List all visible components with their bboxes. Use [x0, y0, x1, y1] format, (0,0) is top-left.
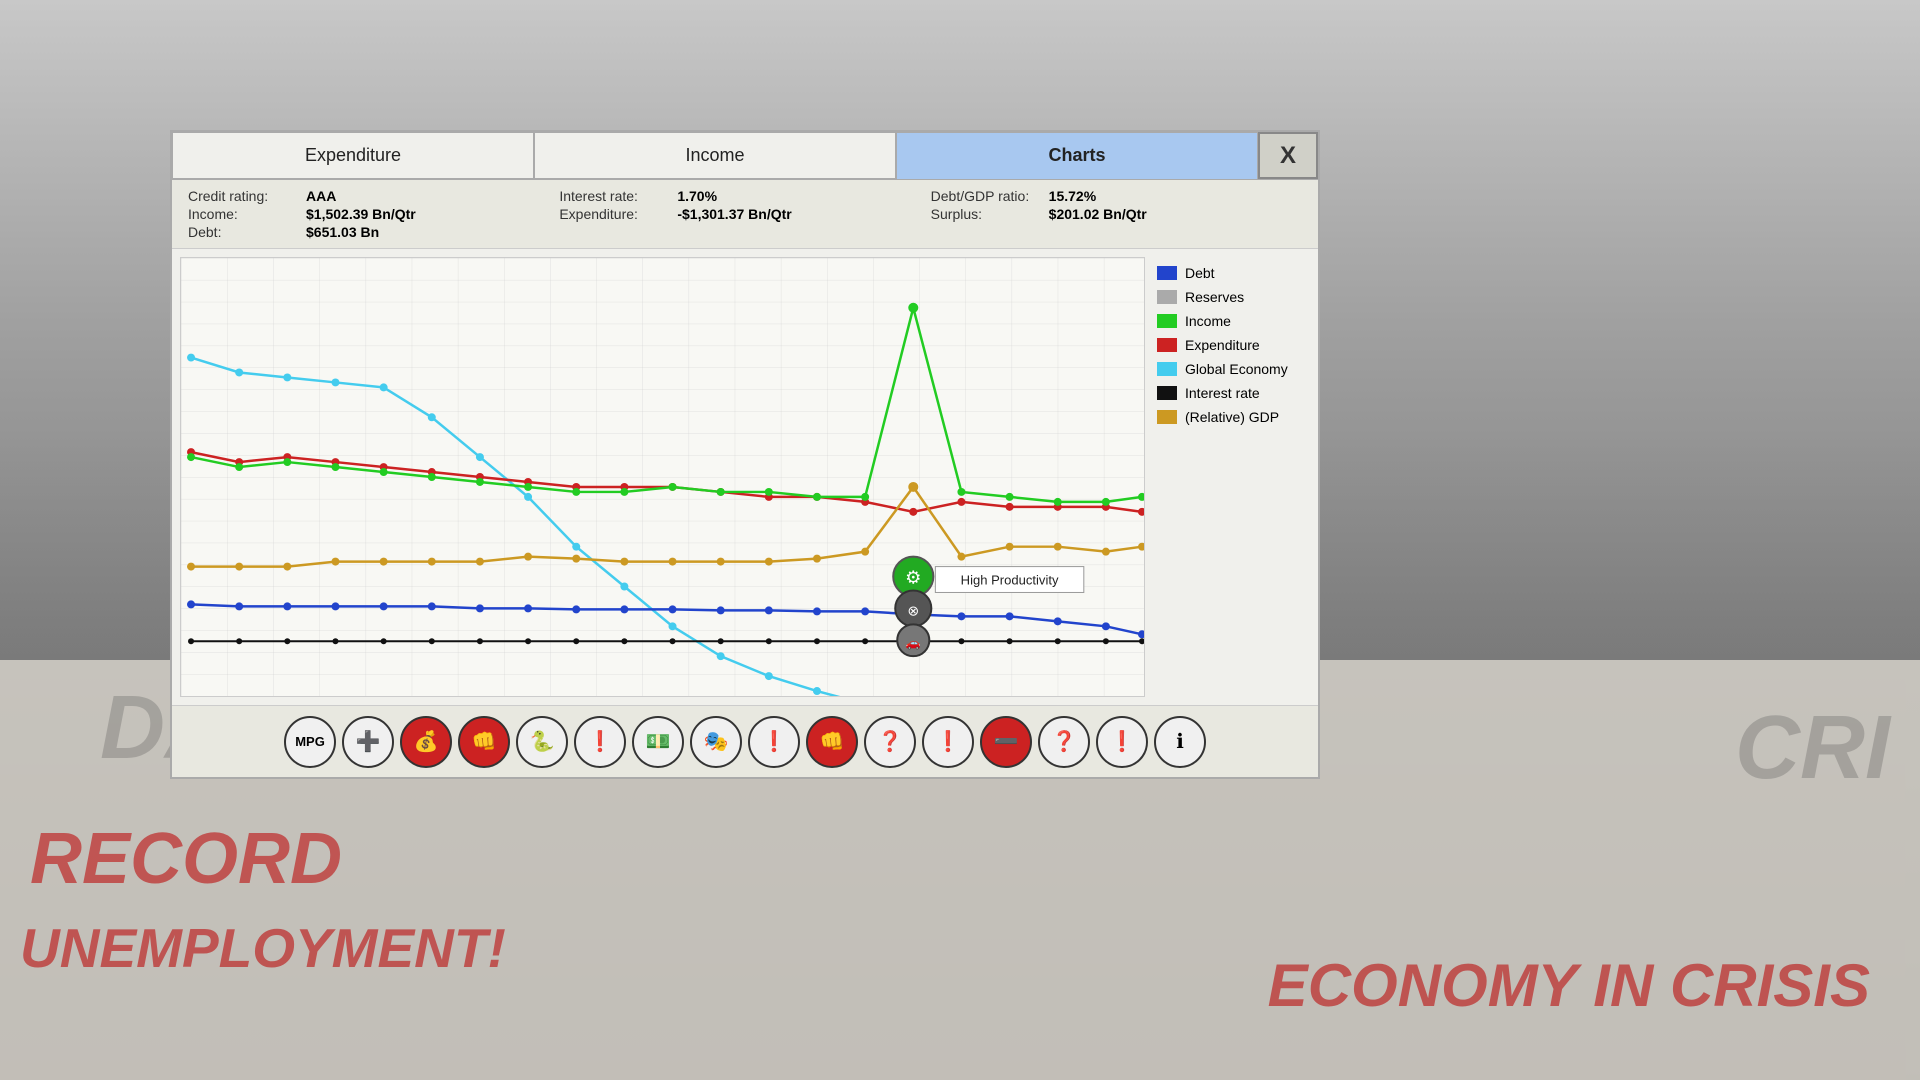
tab-charts[interactable]: Charts: [896, 132, 1258, 179]
newspaper-text-cri: CRI: [1735, 697, 1890, 800]
event-icon-exclaim-2[interactable]: ❗: [748, 716, 800, 768]
legend-debt: Debt: [1157, 265, 1298, 281]
stat-label-income: Income:: [188, 206, 298, 222]
stats-row: Credit rating: AAA Income: $1,502.39 Bn/…: [172, 180, 1318, 248]
stat-value-surplus: $201.02 Bn/Qtr: [1049, 206, 1147, 222]
legend-color-global-economy: [1157, 362, 1177, 376]
event-icon-exclaim-3[interactable]: ❗: [922, 716, 974, 768]
legend-income: Income: [1157, 313, 1298, 329]
newspaper-text-economy: ECONOMY IN CRISIS: [1268, 951, 1870, 1020]
event-icon-dollar[interactable]: 💵: [632, 716, 684, 768]
stat-value-debt: $651.03 Bn: [306, 224, 379, 240]
legend-label-income: Income: [1185, 313, 1231, 329]
legend-label-interest-rate: Interest rate: [1185, 385, 1260, 401]
stat-value-interest: 1.70%: [677, 188, 717, 204]
chart-legend: Debt Reserves Income Expenditure Global …: [1145, 257, 1310, 697]
stat-interest: Interest rate: 1.70%: [559, 188, 930, 204]
stat-income: Income: $1,502.39 Bn/Qtr: [188, 206, 559, 222]
legend-label-gdp: (Relative) GDP: [1185, 409, 1279, 425]
svg-text:🚗: 🚗: [906, 636, 921, 650]
stat-label-credit: Credit rating:: [188, 188, 298, 204]
stat-label-interest: Interest rate:: [559, 188, 669, 204]
stat-group-2: Interest rate: 1.70% Expenditure: -$1,30…: [559, 188, 930, 240]
event-icon-red-4[interactable]: ➖: [980, 716, 1032, 768]
chart-container: ⚙ ⊗ 🚗 High Productivity Debt Reserves: [172, 248, 1318, 705]
stat-value-debt-gdp: 15.72%: [1049, 188, 1096, 204]
svg-text:⚙: ⚙: [905, 568, 921, 588]
event-icon-red-2[interactable]: 👊: [458, 716, 510, 768]
legend-label-debt: Debt: [1185, 265, 1215, 281]
legend-color-debt: [1157, 266, 1177, 280]
event-icon-theater[interactable]: 🎭: [690, 716, 742, 768]
chart-area: ⚙ ⊗ 🚗 High Productivity: [180, 257, 1145, 697]
event-icon-exclaim-4[interactable]: ❗: [1096, 716, 1148, 768]
newspaper-text-unemployment: UNEMPLOYMENT!: [20, 916, 506, 980]
legend-interest-rate: Interest rate: [1157, 385, 1298, 401]
stat-value-expenditure: -$1,301.37 Bn/Qtr: [677, 206, 791, 222]
legend-color-reserves: [1157, 290, 1177, 304]
legend-label-global-economy: Global Economy: [1185, 361, 1288, 377]
stat-group-1: Credit rating: AAA Income: $1,502.39 Bn/…: [188, 188, 559, 240]
stat-group-3: Debt/GDP ratio: 15.72% Surplus: $201.02 …: [931, 188, 1302, 240]
event-icon-info[interactable]: ℹ: [1154, 716, 1206, 768]
chart-svg: ⚙ ⊗ 🚗 High Productivity: [181, 258, 1144, 696]
legend-expenditure: Expenditure: [1157, 337, 1298, 353]
event-icon-plus[interactable]: ➕: [342, 716, 394, 768]
legend-label-reserves: Reserves: [1185, 289, 1244, 305]
stat-surplus: Surplus: $201.02 Bn/Qtr: [931, 206, 1302, 222]
stat-label-expenditure: Expenditure:: [559, 206, 669, 222]
newspaper-text-record: RECORD: [30, 818, 342, 900]
stat-label-surplus: Surplus:: [931, 206, 1041, 222]
stat-debt-gdp: Debt/GDP ratio: 15.72%: [931, 188, 1302, 204]
legend-label-expenditure: Expenditure: [1185, 337, 1260, 353]
svg-text:⊗: ⊗: [907, 602, 919, 618]
stat-expenditure: Expenditure: -$1,301.37 Bn/Qtr: [559, 206, 930, 222]
stat-value-credit: AAA: [306, 188, 336, 204]
main-dialog: Expenditure Income Charts X Credit ratin…: [170, 130, 1320, 779]
tab-income[interactable]: Income: [534, 132, 896, 179]
event-icon-snake[interactable]: 🐍: [516, 716, 568, 768]
legend-color-gdp: [1157, 410, 1177, 424]
event-icon-question-2[interactable]: ❓: [1038, 716, 1090, 768]
stat-value-income: $1,502.39 Bn/Qtr: [306, 206, 416, 222]
legend-color-interest-rate: [1157, 386, 1177, 400]
event-icon-red-1[interactable]: 💰: [400, 716, 452, 768]
stat-label-debt-gdp: Debt/GDP ratio:: [931, 188, 1041, 204]
tab-expenditure[interactable]: Expenditure: [172, 132, 534, 179]
stat-debt: Debt: $651.03 Bn: [188, 224, 559, 240]
event-icon-mpg[interactable]: MPG: [284, 716, 336, 768]
events-bar: MPG ➕ 💰 👊 🐍 ❗ 💵 🎭 ❗ 👊 ❓ ❗ ➖ ❓ ❗ ℹ: [172, 705, 1318, 777]
svg-text:High Productivity: High Productivity: [961, 573, 1059, 588]
legend-global-economy: Global Economy: [1157, 361, 1298, 377]
event-icon-exclaim-1[interactable]: ❗: [574, 716, 626, 768]
stat-label-debt: Debt:: [188, 224, 298, 240]
stat-credit-rating: Credit rating: AAA: [188, 188, 559, 204]
close-button[interactable]: X: [1258, 132, 1318, 179]
event-icon-question-1[interactable]: ❓: [864, 716, 916, 768]
legend-color-income: [1157, 314, 1177, 328]
legend-reserves: Reserves: [1157, 289, 1298, 305]
legend-gdp: (Relative) GDP: [1157, 409, 1298, 425]
tab-bar: Expenditure Income Charts X: [172, 132, 1318, 180]
legend-color-expenditure: [1157, 338, 1177, 352]
event-icon-red-3[interactable]: 👊: [806, 716, 858, 768]
